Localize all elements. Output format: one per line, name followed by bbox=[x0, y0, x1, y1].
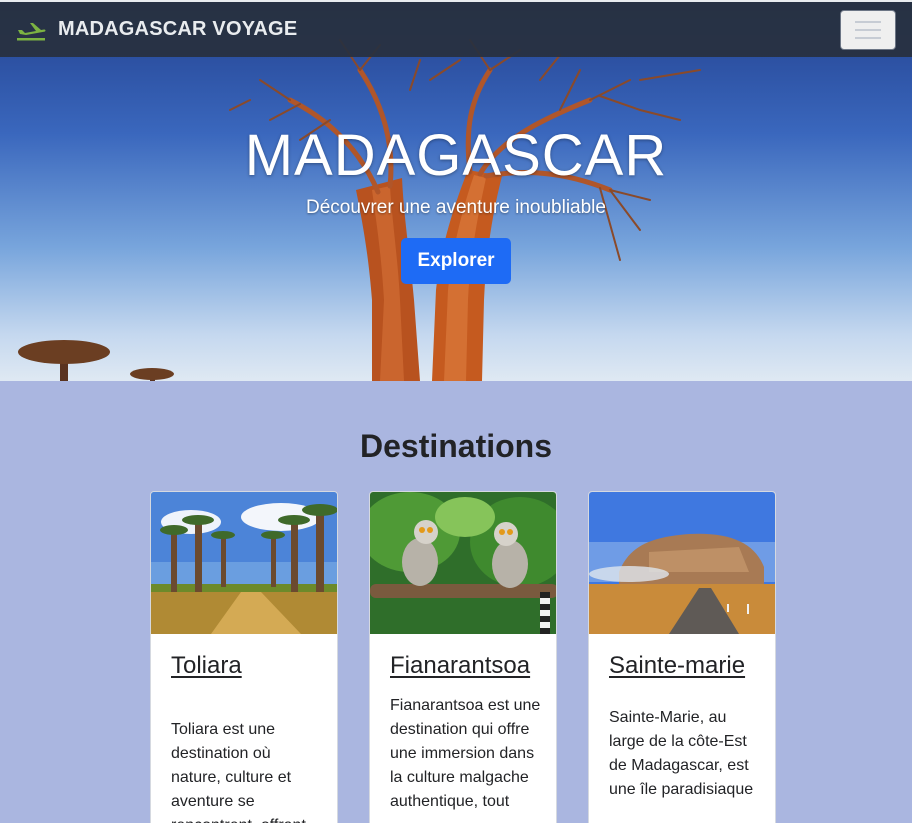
hero-content: MADAGASCAR Découvrer une aventure inoubl… bbox=[0, 122, 912, 284]
brand-link[interactable]: MADAGASCAR VOYAGE bbox=[16, 18, 297, 42]
card-title-link[interactable]: Toliara bbox=[171, 652, 337, 680]
navbar: MADAGASCAR VOYAGE bbox=[0, 0, 912, 57]
destination-card-sainte-marie: Sainte-marie Sainte-Marie, au large de l… bbox=[588, 491, 776, 823]
hero-title: MADAGASCAR bbox=[244, 123, 668, 188]
hero-subtitle: Découvrer une aventure inoubliable bbox=[306, 197, 606, 218]
hamburger-menu-icon bbox=[855, 21, 881, 23]
card-title-link[interactable]: Sainte-marie bbox=[609, 652, 775, 680]
hamburger-line bbox=[855, 37, 881, 39]
card-description: Sainte-Marie, au large de la côte-Est de… bbox=[609, 709, 754, 798]
card-description: Fianarantsoa est une destination qui off… bbox=[390, 697, 541, 810]
toliara-baobab-image bbox=[151, 492, 337, 634]
sainte-marie-landscape-image bbox=[589, 492, 775, 634]
explore-button[interactable]: Explorer bbox=[401, 238, 511, 284]
fianarantsoa-lemur-image bbox=[370, 492, 556, 634]
destination-card-toliara: Toliara Toliara est une destination où n… bbox=[150, 491, 338, 823]
airplane-icon bbox=[16, 18, 46, 42]
hamburger-line bbox=[855, 29, 881, 31]
destination-card-fianarantsoa: Fianarantsoa Fianarantsoa est une destin… bbox=[369, 491, 557, 823]
navbar-toggler-button[interactable] bbox=[840, 10, 896, 50]
hero-section: MADAGASCAR Découvrer une aventure inoubl… bbox=[0, 0, 912, 381]
card-title-link[interactable]: Fianarantsoa bbox=[390, 652, 556, 680]
brand-text: MADAGASCAR VOYAGE bbox=[58, 18, 298, 40]
card-description: Toliara est une destination où nature, c… bbox=[171, 721, 306, 823]
destinations-heading: Destinations bbox=[359, 428, 553, 464]
